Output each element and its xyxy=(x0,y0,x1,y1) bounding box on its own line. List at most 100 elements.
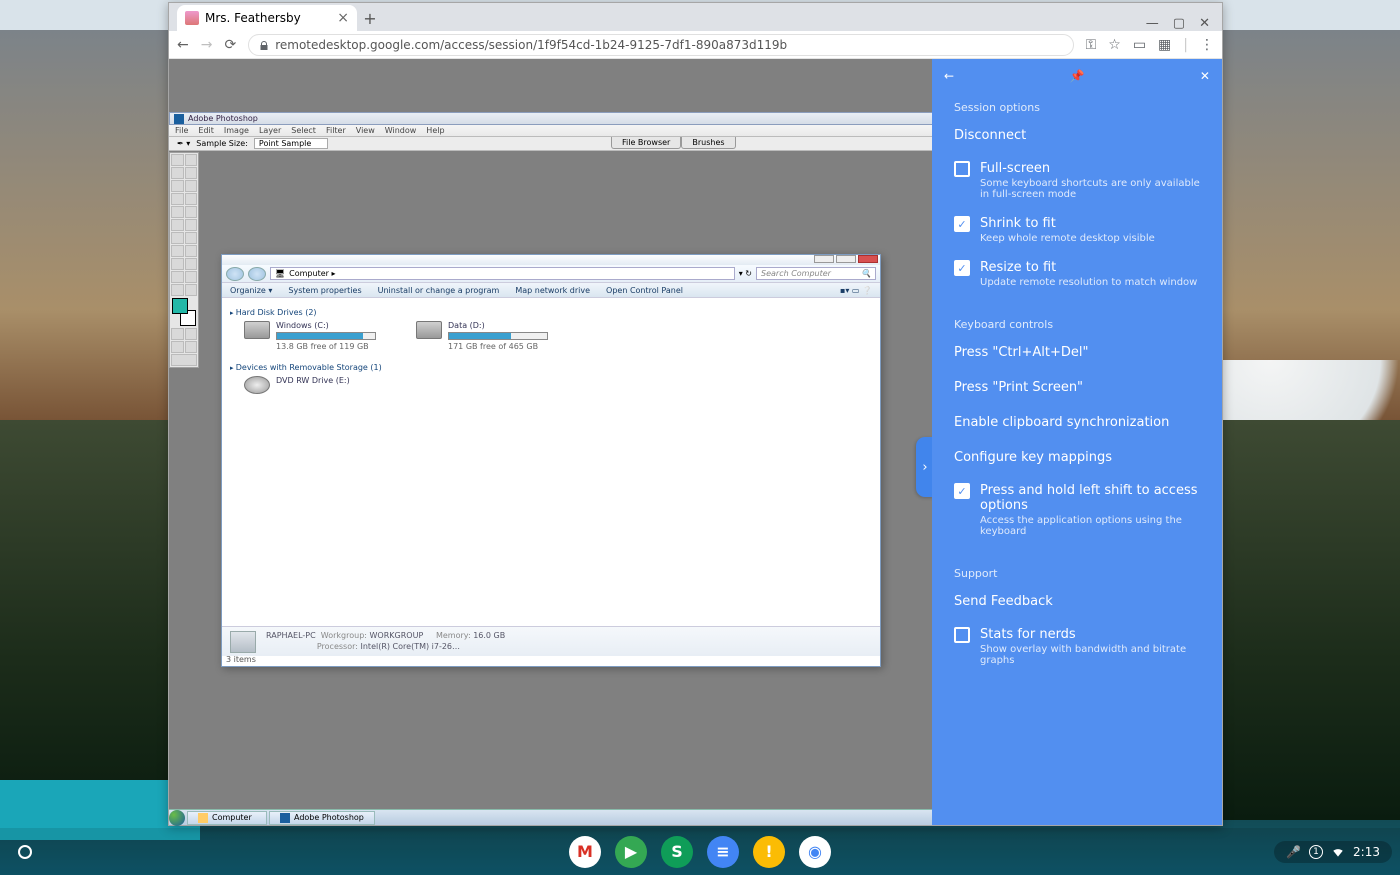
close-window-button[interactable]: ✕ xyxy=(1199,16,1210,31)
ex-cmd-uninstall[interactable]: Uninstall or change a program xyxy=(378,286,500,295)
tool[interactable] xyxy=(171,232,184,244)
tool[interactable] xyxy=(171,258,184,270)
drive-c[interactable]: Windows (C:) 13.8 GB free of 119 GB xyxy=(244,321,376,351)
explorer-titlebar[interactable] xyxy=(222,255,880,265)
tab-close-icon[interactable]: × xyxy=(337,10,349,26)
explorer-close[interactable] xyxy=(858,255,878,263)
mode[interactable] xyxy=(185,341,198,353)
key-icon[interactable]: ⚿ xyxy=(1086,37,1097,53)
app-gmail[interactable]: M xyxy=(569,836,601,868)
app-keep[interactable]: ! xyxy=(753,836,785,868)
ps-menu-layer[interactable]: Layer xyxy=(259,126,281,135)
mode[interactable] xyxy=(171,341,184,353)
tool[interactable] xyxy=(171,167,184,179)
shift-checkbox[interactable]: ✓ xyxy=(954,483,970,499)
press-prtscr-button[interactable]: Press "Print Screen" xyxy=(932,370,1222,405)
mode[interactable] xyxy=(171,328,184,340)
ps-menu-help[interactable]: Help xyxy=(426,126,444,135)
ex-cmd-mapdrive[interactable]: Map network drive xyxy=(515,286,590,295)
ex-cmd-cpanel[interactable]: Open Control Panel xyxy=(606,286,683,295)
stats-checkbox[interactable] xyxy=(954,627,970,643)
system-tray[interactable]: 🎤 1 2:13 xyxy=(1274,841,1392,863)
minimize-button[interactable]: — xyxy=(1146,16,1159,31)
explorer-search-input[interactable]: Search Computer 🔍 xyxy=(756,267,876,280)
app-slides[interactable]: S xyxy=(661,836,693,868)
ps-menu-edit[interactable]: Edit xyxy=(198,126,214,135)
browser-tab[interactable]: Mrs. Feathersby × xyxy=(177,5,357,31)
explorer-minimize[interactable] xyxy=(814,255,834,263)
mode[interactable] xyxy=(185,328,198,340)
new-tab-button[interactable]: + xyxy=(357,5,383,31)
tool[interactable] xyxy=(171,284,184,296)
notification-badge[interactable]: 1 xyxy=(1309,845,1323,859)
resize-option[interactable]: ✓ Resize to fitUpdate remote resolution … xyxy=(932,252,1222,296)
maximize-button[interactable]: ▢ xyxy=(1173,16,1185,31)
extension-icon-1[interactable]: ▭ xyxy=(1133,37,1146,53)
tool[interactable] xyxy=(185,258,198,270)
shift-access-option[interactable]: ✓ Press and hold left shift to access op… xyxy=(932,475,1222,545)
shrink-option[interactable]: ✓ Shrink to fitKeep whole remote desktop… xyxy=(932,208,1222,252)
app-docs[interactable]: ≡ xyxy=(707,836,739,868)
tool[interactable] xyxy=(185,180,198,192)
tool[interactable] xyxy=(171,154,184,166)
extension-icon-2[interactable]: ▦ xyxy=(1158,37,1171,53)
eyedropper-icon[interactable]: ✒ ▾ xyxy=(177,139,190,148)
tool[interactable] xyxy=(185,245,198,257)
ex-cmd-sysprops[interactable]: System properties xyxy=(288,286,361,295)
fullscreen-option[interactable]: Full-screenSome keyboard shortcuts are o… xyxy=(932,153,1222,208)
remote-desktop-viewport[interactable]: Adobe Photoshop File Edit Image Layer Se… xyxy=(169,59,1222,825)
app-chrome[interactable]: ◉ xyxy=(799,836,831,868)
tool[interactable] xyxy=(185,232,198,244)
stats-option[interactable]: Stats for nerdsShow overlay with bandwid… xyxy=(932,619,1222,674)
tool[interactable] xyxy=(185,271,198,283)
app-messages[interactable]: ▶ xyxy=(615,836,647,868)
drive-dvd[interactable]: DVD RW Drive (E:) xyxy=(244,376,350,394)
drive-d[interactable]: Data (D:) 171 GB free of 465 GB xyxy=(416,321,548,351)
panel-back-icon[interactable]: ← xyxy=(944,69,954,83)
start-button[interactable] xyxy=(169,810,185,826)
ps-menu-window[interactable]: Window xyxy=(385,126,417,135)
key-mappings-button[interactable]: Configure key mappings xyxy=(932,440,1222,475)
option-value[interactable]: Point Sample xyxy=(254,138,328,149)
tool[interactable] xyxy=(171,219,184,231)
overflow-menu-icon[interactable]: ⋮ xyxy=(1200,37,1214,53)
tool[interactable] xyxy=(171,271,184,283)
ex-cmd-organize[interactable]: Organize ▾ xyxy=(230,286,272,295)
ps-tab-brushes[interactable]: Brushes xyxy=(681,137,735,149)
explorer-address-bar[interactable]: 🖥 Computer ▸ xyxy=(270,267,735,280)
tool[interactable] xyxy=(171,193,184,205)
section-removable[interactable]: Devices with Removable Storage (1) xyxy=(230,363,872,372)
tool[interactable] xyxy=(185,154,198,166)
star-icon[interactable]: ☆ xyxy=(1108,37,1121,53)
taskbar-computer[interactable]: Computer xyxy=(187,811,267,825)
ps-menu-file[interactable]: File xyxy=(175,126,188,135)
tool[interactable] xyxy=(185,284,198,296)
view-icons[interactable]: ▪▾ ▭ ❔ xyxy=(840,286,872,295)
tool[interactable] xyxy=(171,245,184,257)
fullscreen-checkbox[interactable] xyxy=(954,161,970,177)
ps-menu-view[interactable]: View xyxy=(356,126,375,135)
refresh-icon[interactable]: ▾ ↻ xyxy=(739,269,752,278)
clipboard-sync-button[interactable]: Enable clipboard synchronization xyxy=(932,405,1222,440)
feedback-button[interactable]: Send Feedback xyxy=(932,584,1222,619)
explorer-forward-button[interactable] xyxy=(248,267,266,281)
nav-back-icon[interactable]: ← xyxy=(177,37,189,53)
tool[interactable] xyxy=(185,193,198,205)
disconnect-button[interactable]: Disconnect xyxy=(932,118,1222,153)
section-hdd[interactable]: Hard Disk Drives (2) xyxy=(230,308,872,317)
tool[interactable] xyxy=(185,167,198,179)
explorer-maximize[interactable] xyxy=(836,255,856,263)
tool[interactable] xyxy=(185,219,198,231)
taskbar-photoshop[interactable]: Adobe Photoshop xyxy=(269,811,375,825)
resize-checkbox[interactable]: ✓ xyxy=(954,260,970,276)
ps-tab-filebrowser[interactable]: File Browser xyxy=(611,137,681,149)
panel-close-icon[interactable]: ✕ xyxy=(1200,69,1210,83)
launcher-button[interactable] xyxy=(8,835,42,869)
ps-menu-image[interactable]: Image xyxy=(224,126,249,135)
panel-pin-icon[interactable]: 📌 xyxy=(1070,69,1085,83)
tool[interactable] xyxy=(185,206,198,218)
reload-icon[interactable]: ⟳ xyxy=(224,37,236,53)
ps-menu-select[interactable]: Select xyxy=(291,126,316,135)
shrink-checkbox[interactable]: ✓ xyxy=(954,216,970,232)
mic-icon[interactable]: 🎤 xyxy=(1286,845,1301,859)
